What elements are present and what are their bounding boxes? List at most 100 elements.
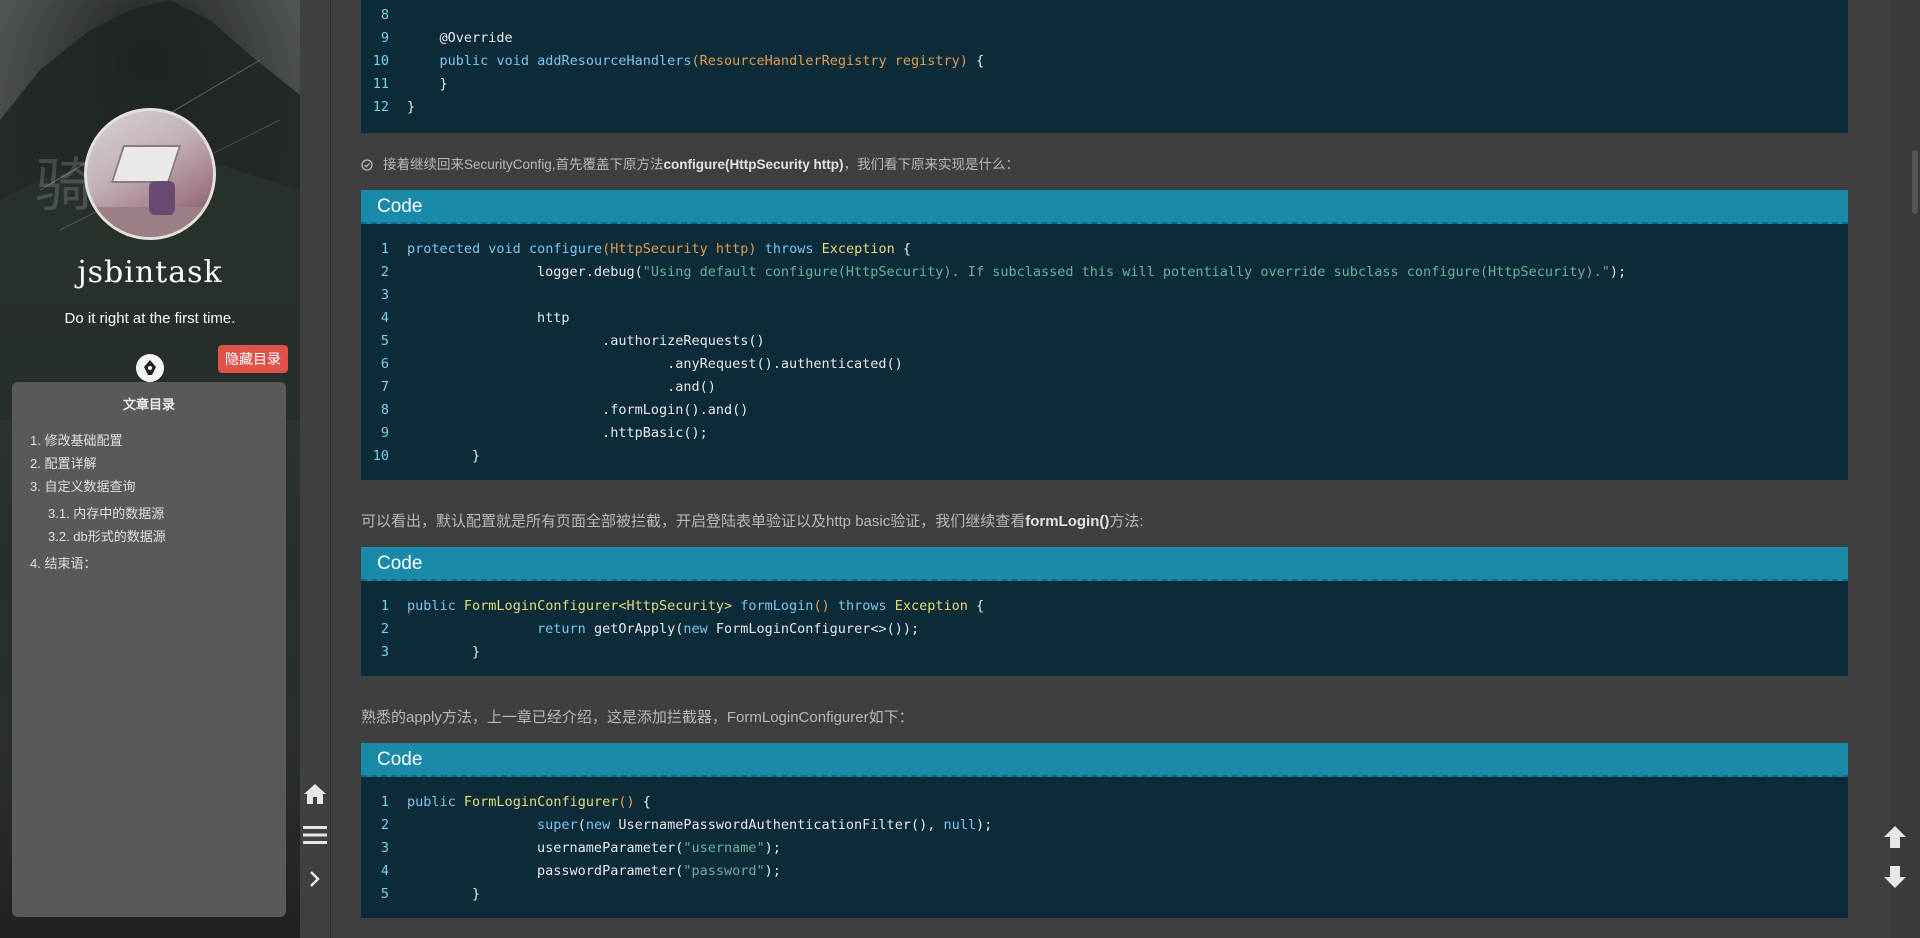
code-text: } xyxy=(407,76,448,92)
line-number: 3 xyxy=(380,644,389,660)
line-number: 5 xyxy=(380,333,389,349)
avatar[interactable] xyxy=(84,108,216,240)
code-block-2: Code 1 public FormLoginConfigurer<HttpSec… xyxy=(361,547,1848,676)
code-text: protected void configure(HttpSecurity ht… xyxy=(407,241,912,257)
line-number: 8 xyxy=(380,7,389,23)
toc-item[interactable]: 3. 自定义数据查询 xyxy=(30,475,268,498)
code-text: public FormLoginConfigurer() { xyxy=(407,794,651,810)
paragraph-formlogin: 可以看出，默认配置就是所有页面全部被拦截，开启登陆表单验证以及http basi… xyxy=(361,513,1144,530)
code-text: public void addResourceHandlers(Resource… xyxy=(439,53,985,69)
code-header: Code xyxy=(361,190,1848,224)
line-number: 10 xyxy=(372,448,389,464)
line-number: 2 xyxy=(380,817,389,833)
code-text: } xyxy=(407,886,481,902)
toc-item[interactable]: 3.1. 内存中的数据源 xyxy=(30,502,268,525)
code-body: 89 @Override 10 public void addResourceHa… xyxy=(361,0,1848,133)
line-number: 9 xyxy=(380,30,389,46)
line-number: 4 xyxy=(380,310,389,326)
line-number: 2 xyxy=(380,264,389,280)
toc-title: 文章目录 xyxy=(122,397,175,412)
line-number: 3 xyxy=(380,840,389,856)
line-number: 12 xyxy=(372,99,389,115)
code-text: http xyxy=(407,310,570,326)
code-text: public FormLoginConfigurer<HttpSecurity>… xyxy=(407,598,985,614)
line-number: 1 xyxy=(380,794,389,810)
code-line: 2 logger.debug("Using default configure(… xyxy=(361,261,1848,284)
code-text: .anyRequest().authenticated() xyxy=(407,356,903,372)
line-number: 8 xyxy=(380,402,389,418)
code-text: .httpBasic(); xyxy=(407,425,708,441)
code-line: 2 super(new UsernamePasswordAuthenticati… xyxy=(361,814,1848,837)
table-of-contents: 文章目录 1. 修改基础配置 2. 配置详解 3. 自定义数据查询 3.1. 内… xyxy=(12,382,286,917)
toc-item[interactable]: 3.2. db形式的数据源 xyxy=(30,525,268,548)
menu-icon[interactable] xyxy=(300,820,330,850)
line-number: 10 xyxy=(372,53,389,69)
pen-nib-icon[interactable] xyxy=(136,354,164,382)
code-text: .authorizeRequests() xyxy=(407,333,765,349)
code-text: } xyxy=(407,99,416,115)
toc-item[interactable]: 2. 配置详解 xyxy=(30,452,268,475)
code-line: 5 .authorizeRequests() xyxy=(361,330,1848,353)
code-line: 3 usernameParameter("username"); xyxy=(361,837,1848,860)
code-line: 1 public FormLoginConfigurer<HttpSecurity… xyxy=(361,595,1848,618)
site-motto: Do it right at the first time. xyxy=(64,310,236,327)
code-line: 4 http xyxy=(361,307,1848,330)
code-header: Code xyxy=(361,743,1848,777)
line-number: 1 xyxy=(380,241,389,257)
toc-item[interactable]: 1. 修改基础配置 xyxy=(30,429,268,452)
code-line: 8 xyxy=(361,4,1848,27)
code-header: Code xyxy=(361,547,1848,581)
note-paragraph: 接着继续回来SecurityConfig,首先覆盖下原方法configure(H… xyxy=(361,154,1019,178)
code-line: 6 .anyRequest().authenticated() xyxy=(361,353,1848,376)
code-line: 7 .and() xyxy=(361,376,1848,399)
line-number: 9 xyxy=(380,425,389,441)
line-number: 6 xyxy=(380,356,389,372)
code-line: 4 passwordParameter("password"); xyxy=(361,860,1848,883)
line-number: 11 xyxy=(372,76,389,92)
code-line: 3 xyxy=(361,284,1848,307)
code-text: } xyxy=(407,644,481,660)
code-block-1: Code 1 protected void configure(HttpSecur… xyxy=(361,190,1848,480)
code-line: 9 .httpBasic(); xyxy=(361,422,1848,445)
code-line: 5 } xyxy=(361,883,1848,906)
arrow-up-icon[interactable] xyxy=(1880,822,1910,852)
scrollbar-thumb[interactable] xyxy=(1912,150,1918,214)
code-line: 1 protected void configure(HttpSecurity h… xyxy=(361,238,1848,261)
line-number: 4 xyxy=(380,863,389,879)
hide-toc-button[interactable]: 隐藏目录 xyxy=(218,345,288,373)
article-content: 89 @Override 10 public void addResourceHa… xyxy=(331,0,1890,938)
code-body: 1 public FormLoginConfigurer<HttpSecurity… xyxy=(361,581,1848,676)
code-text: } xyxy=(407,448,481,464)
line-number: 1 xyxy=(380,598,389,614)
code-text: passwordParameter("password"); xyxy=(407,863,781,879)
line-number: 5 xyxy=(380,886,389,902)
code-line: 12} xyxy=(361,96,1848,119)
line-number: 3 xyxy=(380,287,389,303)
code-line: 11 } xyxy=(361,73,1848,96)
code-text: logger.debug("Using default configure(Ht… xyxy=(407,264,1627,280)
line-number: 2 xyxy=(380,621,389,637)
code-text: .formLogin().and() xyxy=(407,402,749,418)
chevron-right-icon[interactable] xyxy=(300,864,330,894)
code-line: 1 public FormLoginConfigurer() { xyxy=(361,791,1848,814)
toc-item[interactable]: 4. 结束语： xyxy=(30,552,268,575)
code-body: 1 public FormLoginConfigurer() { 2 super(n… xyxy=(361,777,1848,918)
code-line: 10 public void addResourceHandlers(Resou… xyxy=(361,50,1848,73)
code-block-3: Code 1 public FormLoginConfigurer() { 2 su… xyxy=(361,743,1848,918)
home-icon[interactable] xyxy=(300,779,330,809)
code-text: usernameParameter("username"); xyxy=(407,840,781,856)
arrow-down-icon[interactable] xyxy=(1880,862,1910,892)
site-name[interactable]: jsbintask xyxy=(0,255,300,290)
code-body: 1 protected void configure(HttpSecurity h… xyxy=(361,224,1848,480)
code-text: super(new UsernamePasswordAuthentication… xyxy=(537,817,993,833)
code-text: .and() xyxy=(407,379,716,395)
code-block-top: 89 @Override 10 public void addResourceHa… xyxy=(361,0,1848,133)
code-text: return getOrApply(new FormLoginConfigure… xyxy=(537,621,920,637)
paragraph-apply: 熟悉的apply方法，上一章已经介绍，这是添加拦截器，FormLoginConf… xyxy=(361,709,914,726)
side-control-strip xyxy=(300,0,331,938)
check-circle-icon xyxy=(361,156,373,178)
code-line: 10 } xyxy=(361,445,1848,468)
code-line: 8 .formLogin().and() xyxy=(361,399,1848,422)
code-line: 2 return getOrApply(new FormLoginConfigu… xyxy=(361,618,1848,641)
page-scrollbar[interactable] xyxy=(1890,0,1920,938)
